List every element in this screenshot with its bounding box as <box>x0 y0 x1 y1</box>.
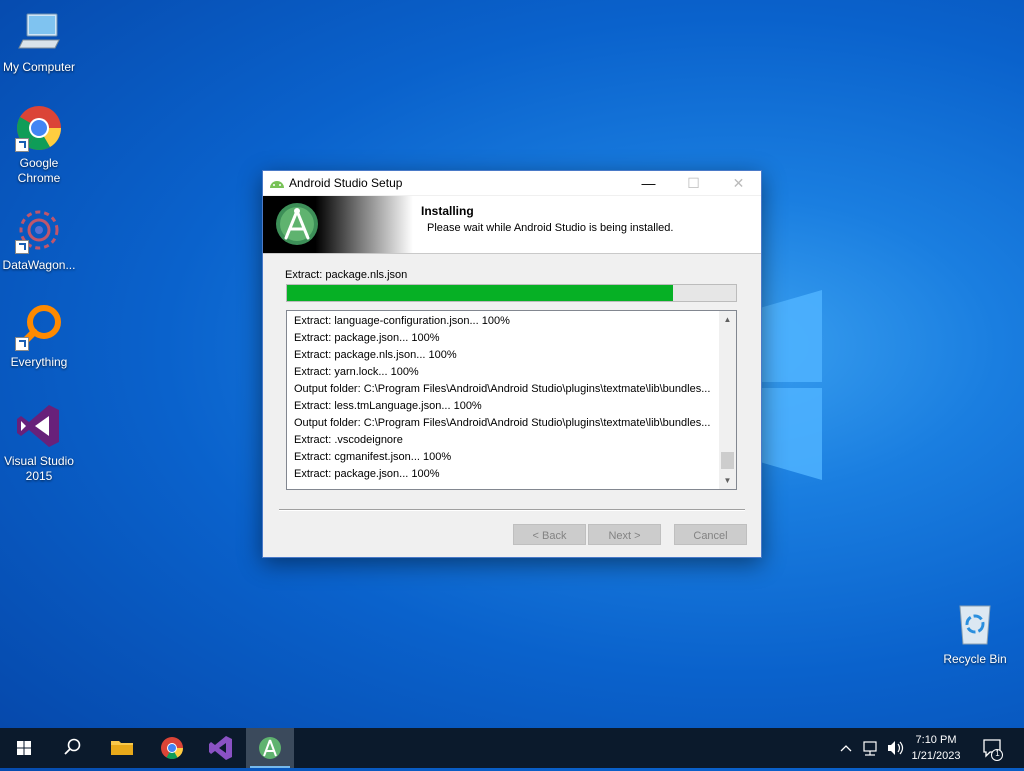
install-status-text: Extract: package.nls.json <box>285 269 408 281</box>
desktop-icon-label: Recycle Bin <box>943 652 1007 666</box>
desktop-icon-label: My Computer <box>2 60 76 74</box>
android-app-icon <box>269 177 285 189</box>
visual-studio-icon <box>15 402 63 450</box>
log-scrollbar[interactable]: ▲ ▼ <box>719 311 736 489</box>
taskbar: 7:10 PM 1/21/2023 1 <box>0 728 1024 768</box>
progress-fill <box>287 285 674 301</box>
close-button[interactable]: ✕ <box>716 171 761 195</box>
start-button[interactable] <box>0 728 48 768</box>
start-icon <box>17 741 31 755</box>
android-studio-icon <box>259 737 281 759</box>
log-list: Extract: language-configuration.json... … <box>287 311 736 483</box>
clock-time: 7:10 PM <box>915 734 957 746</box>
shortcut-arrow-icon <box>15 337 29 351</box>
log-line: Output folder: C:\Program Files\Android\… <box>294 417 711 429</box>
log-line: Extract: .vscodeignore <box>294 434 403 446</box>
visual-studio-icon <box>209 736 232 760</box>
shortcut-arrow-icon <box>15 138 29 152</box>
scroll-up-arrow-icon[interactable]: ▲ <box>719 311 736 328</box>
notification-count: 1 <box>995 749 1000 758</box>
network-icon <box>863 741 877 756</box>
desktop-icon-datawagon[interactable]: DataWagon... <box>0 206 78 273</box>
title-bar[interactable]: Android Studio Setup — ☐ ✕ <box>263 171 761 195</box>
shortcut-arrow-icon <box>15 240 29 254</box>
setup-dialog: Android Studio Setup — ☐ ✕ Installing Pl… <box>262 170 762 558</box>
log-line: Extract: less.tmLanguage.json... 100% <box>294 400 482 412</box>
scrollbar-thumb[interactable] <box>721 452 734 469</box>
taskbar-android-studio[interactable] <box>246 728 294 768</box>
installer-header: Installing Please wait while Android Stu… <box>263 196 761 254</box>
recycle-bin-icon <box>951 600 999 648</box>
windows-wallpaper-logo <box>760 290 824 480</box>
everything-search-icon <box>15 303 63 351</box>
log-line: Extract: package.json... 100% <box>294 468 440 480</box>
log-line: Extract: package.json... 100% <box>294 332 440 344</box>
desktop-icon-label: DataWagon... <box>2 258 76 272</box>
chevron-up-icon <box>840 745 852 752</box>
android-studio-logo-icon <box>275 202 319 246</box>
taskbar-clock[interactable]: 7:10 PM 1/21/2023 <box>906 732 966 764</box>
install-progress-bar <box>286 284 737 302</box>
log-line: Extract: cgmanifest.json... 100% <box>294 451 452 463</box>
taskbar-visual-studio[interactable] <box>197 728 245 768</box>
chrome-icon <box>15 104 63 152</box>
desktop-icon-my-computer[interactable]: My Computer <box>0 8 78 75</box>
minimize-button[interactable]: — <box>626 171 671 195</box>
log-line: Output folder: C:\Program Files\Android\… <box>294 383 711 395</box>
log-line: Extract: yarn.lock... 100% <box>294 366 419 378</box>
search-button[interactable] <box>48 728 96 768</box>
desktop-icon-label: Everything <box>10 355 68 369</box>
notification-icon <box>983 739 1003 761</box>
cancel-button[interactable]: Cancel <box>674 524 747 545</box>
notification-center-button[interactable]: 1 <box>978 728 1024 768</box>
desktop-icon-recycle-bin[interactable]: Recycle Bin <box>936 600 1014 667</box>
volume-icon <box>888 741 895 755</box>
taskbar-chrome[interactable] <box>148 728 196 768</box>
clock-date: 1/21/2023 <box>911 750 961 762</box>
search-icon <box>64 738 81 755</box>
log-line: Extract: language-configuration.json... … <box>294 315 510 327</box>
taskbar-file-explorer[interactable] <box>98 728 146 768</box>
desktop-icon-visual-studio[interactable]: Visual Studio 2015 <box>0 402 78 484</box>
desktop-icon-everything[interactable]: Everything <box>0 303 78 370</box>
desktop-icon-label: Google Chrome <box>17 156 61 185</box>
scroll-down-arrow-icon[interactable]: ▼ <box>719 472 736 489</box>
chrome-icon <box>161 737 183 759</box>
install-details-log[interactable]: Extract: language-configuration.json... … <box>286 310 737 490</box>
desktop-icon-google-chrome[interactable]: Google Chrome <box>0 104 78 186</box>
desktop-icon-label: Visual Studio 2015 <box>4 454 74 483</box>
maximize-button[interactable]: ☐ <box>671 171 716 195</box>
log-line: Extract: package.nls.json... 100% <box>294 349 457 361</box>
file-explorer-icon <box>111 741 133 755</box>
button-separator <box>279 509 745 511</box>
datawagon-icon <box>15 206 63 254</box>
back-button[interactable]: < Back <box>513 524 586 545</box>
header-subtitle: Please wait while Android Studio is bein… <box>427 222 674 234</box>
computer-icon <box>15 8 63 56</box>
next-button[interactable]: Next > <box>588 524 661 545</box>
header-title: Installing <box>421 204 474 218</box>
window-title: Android Studio Setup <box>289 176 403 190</box>
